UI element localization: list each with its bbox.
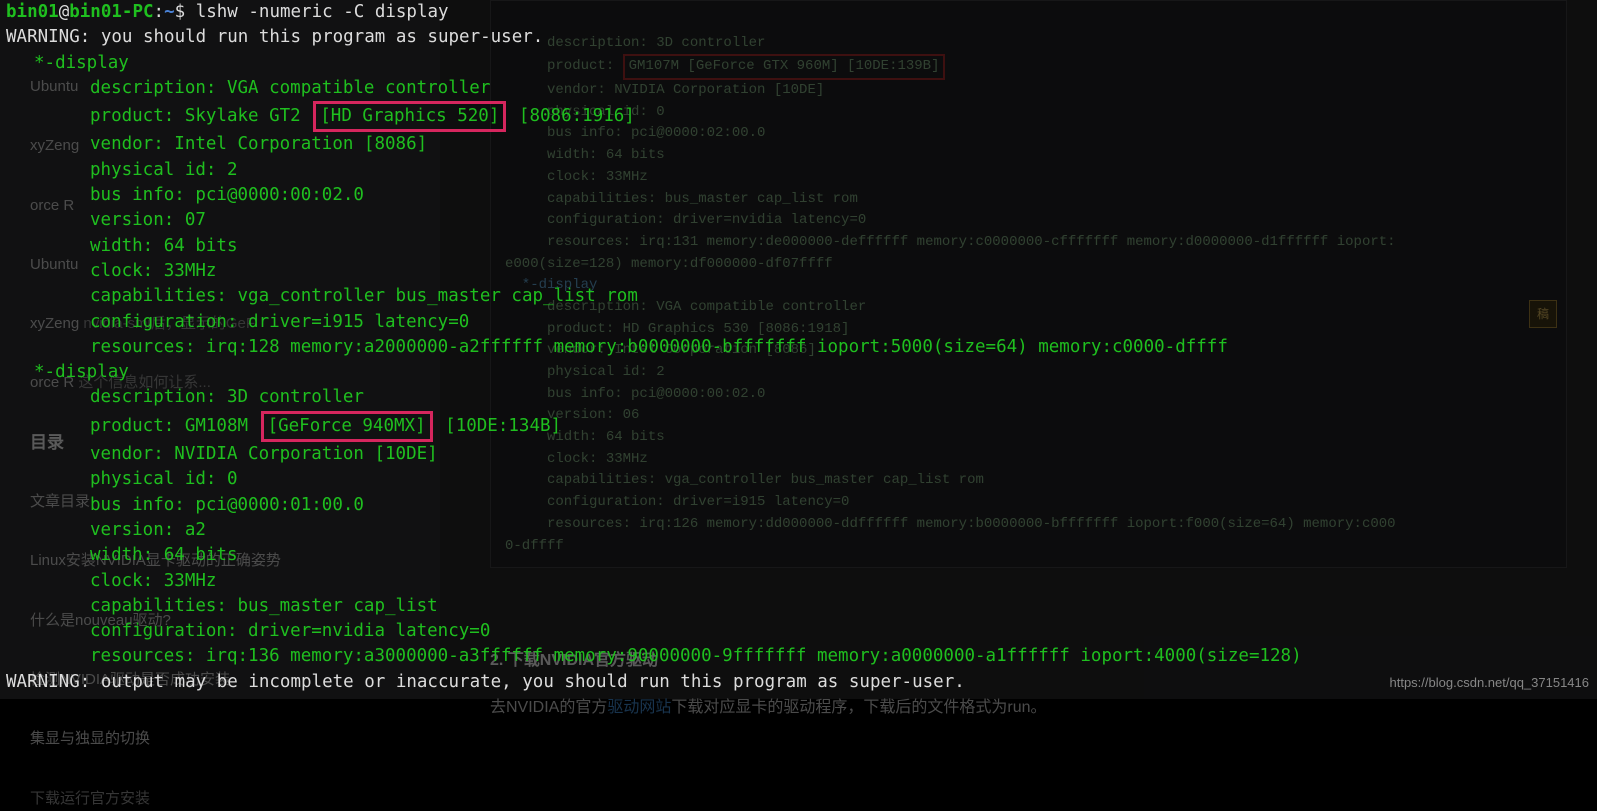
field-vendor: vendor: Intel Corporation [8086]	[6, 132, 1591, 157]
field-physical-id: physical id: 2	[6, 158, 1591, 183]
bg-toc-item: 下载运行官方安装	[30, 786, 410, 811]
field-description: description: VGA compatible controller	[6, 76, 1591, 101]
highlight-hd-graphics: [HD Graphics 520]	[313, 101, 506, 132]
display-header: *-display	[6, 360, 1591, 385]
highlight-geforce: [GeForce 940MX]	[261, 411, 433, 442]
prompt-user: bin01	[6, 2, 59, 22]
field-physical-id: physical id: 0	[6, 467, 1591, 492]
field-capabilities: capabilities: vga_controller bus_master …	[6, 284, 1591, 309]
field-description: description: 3D controller	[6, 385, 1591, 410]
field-product: product: GM108M [GeForce 940MX] [10DE:13…	[6, 411, 1591, 442]
field-width: width: 64 bits	[6, 234, 1591, 259]
field-configuration: configuration: driver=nvidia latency=0	[6, 619, 1591, 644]
field-width: width: 64 bits	[6, 543, 1591, 568]
terminal-output[interactable]: bin01@bin01-PC:~$ lshw -numeric -C displ…	[0, 0, 1597, 699]
field-vendor: vendor: NVIDIA Corporation [10DE]	[6, 442, 1591, 467]
field-bus-info: bus info: pci@0000:00:02.0	[6, 183, 1591, 208]
warning-line: WARNING: output may be incomplete or ina…	[6, 670, 1591, 695]
watermark: https://blog.csdn.net/qq_37151416	[1390, 670, 1590, 695]
field-resources: resources: irq:136 memory:a3000000-a3fff…	[6, 644, 1591, 669]
field-clock: clock: 33MHz	[6, 569, 1591, 594]
field-product: product: Skylake GT2 [HD Graphics 520] […	[6, 101, 1591, 132]
field-bus-info: bus info: pci@0000:01:00.0	[6, 493, 1591, 518]
display-header: *-display	[6, 51, 1591, 76]
field-configuration: configuration: driver=i915 latency=0	[6, 310, 1591, 335]
field-version: version: a2	[6, 518, 1591, 543]
warning-line: WARNING: you should run this program as …	[6, 25, 1591, 50]
prompt-line[interactable]: bin01@bin01-PC:~$ lshw -numeric -C displ…	[6, 0, 1591, 25]
command-text: lshw -numeric -C display	[196, 2, 449, 22]
prompt-path: ~	[164, 2, 175, 22]
field-resources: resources: irq:128 memory:a2000000-a2fff…	[6, 335, 1591, 360]
field-capabilities: capabilities: bus_master cap_list	[6, 594, 1591, 619]
prompt-host: bin01-PC	[69, 2, 153, 22]
field-clock: clock: 33MHz	[6, 259, 1591, 284]
bg-toc-item: 集显与独显的切换	[30, 726, 410, 751]
field-version: version: 07	[6, 208, 1591, 233]
